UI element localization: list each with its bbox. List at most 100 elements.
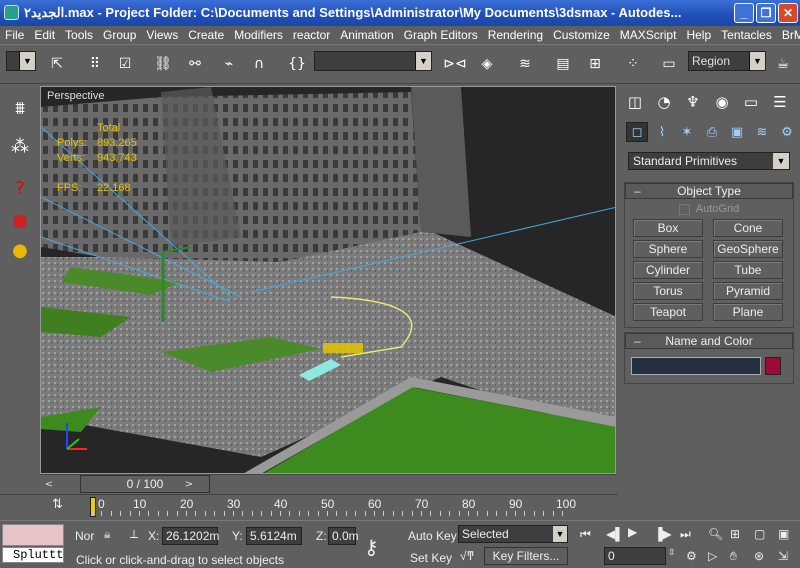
menu-graph-editors[interactable]: Graph Editors [399,28,483,42]
minimize-button[interactable]: _ [734,3,754,23]
magnet-icon[interactable]: ∩ [246,51,272,77]
primitive-cylinder-button[interactable]: Cylinder [633,261,703,279]
shapes-icon[interactable]: ⌇ [651,122,673,142]
primitive-sphere-button[interactable]: Sphere [633,240,703,258]
track-bar[interactable]: ⇅ 0 10 20 30 40 50 60 70 80 90 100 [0,494,618,520]
align-icon[interactable]: ◈ [474,51,500,77]
x-field[interactable]: 26.1202m [162,527,219,545]
primitive-teapot-button[interactable]: Teapot [633,303,703,321]
unlink-icon[interactable]: ⚯ [182,51,208,77]
helpers-icon[interactable]: ▣ [726,122,748,142]
prev-key-icon[interactable]: ◀▌ [606,527,624,541]
quick-render-icon[interactable]: ☕ [770,51,796,77]
curve-editor-icon[interactable]: ▤ [550,51,576,77]
menu-views[interactable]: Views [141,28,183,42]
curly-braces-icon[interactable]: {} [284,51,310,77]
lock-icon[interactable]: 🔒︎ [104,527,110,542]
schematic-view-icon[interactable]: ⊞ [582,51,608,77]
maximize-button[interactable]: ❐ [756,3,776,23]
pan-icon[interactable]: ✋︎ [730,549,737,564]
autogrid-checkbox[interactable]: AutoGrid [625,203,793,215]
primitive-box-button[interactable]: Box [633,219,703,237]
key-mode-icon[interactable]: ⇅ [52,497,70,517]
menu-create[interactable]: Create [183,28,229,42]
object-name-field[interactable] [631,357,761,375]
menu-group[interactable]: Group [98,28,141,42]
menu-tools[interactable]: Tools [60,28,98,42]
menu-reactor[interactable]: reactor [288,28,335,42]
selection-filter-dropdown[interactable]: ▼ [6,51,36,71]
bind-space-warp-icon[interactable]: ⌁ [216,51,242,77]
material-editor-icon[interactable]: ⁘ [620,51,646,77]
auto-key-button[interactable]: Auto Key [408,529,457,543]
listener-mini[interactable] [2,524,64,546]
teapot-red-icon[interactable]: ● [8,208,32,232]
set-key-button[interactable]: Set Key [410,551,452,565]
close-button[interactable]: ✕ [778,3,798,23]
primitive-geosphere-button[interactable]: GeoSphere [713,240,783,258]
motion-tab-icon[interactable]: ◉ [709,90,735,114]
menu-rendering[interactable]: Rendering [483,28,548,42]
create-tab-icon[interactable]: ◫ [622,90,648,114]
display-tab-icon[interactable]: ▭ [738,90,764,114]
primitive-tube-button[interactable]: Tube [713,261,783,279]
menu-edit[interactable]: Edit [29,28,60,42]
z-field[interactable]: 0.0m [328,527,359,545]
utilities-tab-icon[interactable]: ☰ [767,90,793,114]
hierarchy-tab-icon[interactable]: ♆ [680,90,706,114]
lights-icon[interactable]: ✶ [676,122,698,142]
primitive-category-dropdown[interactable]: Standard Primitives ▼ [628,152,790,170]
layers-icon[interactable]: ≋ [512,51,538,77]
key-icon[interactable]: ⚷ [364,535,379,560]
menu-animation[interactable]: Animation [335,28,398,42]
select-object-icon[interactable]: ⇱ [44,51,70,77]
perspective-viewport[interactable]: Perspective Total Polys: 893,265 Verts: 94… [40,86,616,474]
next-frame-arrow-icon[interactable]: > [180,475,198,493]
menu-help[interactable]: Help [681,28,716,42]
maximize-viewport-icon[interactable]: ⇲ [778,549,788,563]
teapot-yellow-icon[interactable]: ● [8,238,32,262]
grid-icon[interactable]: ⩩ [8,96,32,120]
object-type-header[interactable]: – Object Type [625,183,793,199]
goto-start-icon[interactable]: ⏮ [580,527,591,542]
menu-maxscript[interactable]: MAXScript [615,28,682,42]
prev-frame-arrow-icon[interactable]: < [40,475,58,493]
field-of-view-icon[interactable]: ▷ [708,549,717,563]
primitive-pyramid-button[interactable]: Pyramid [713,282,783,300]
menu-customize[interactable]: Customize [548,28,615,42]
viewport-label[interactable]: Perspective [47,90,104,102]
orbit-icon[interactable]: ⊛ [754,549,764,563]
geometry-icon[interactable]: ◻ [626,122,648,142]
zoom-extents-all-icon[interactable]: ▣ [778,527,789,541]
particle-icon[interactable]: ⁂ [8,134,32,158]
current-frame-field[interactable]: 0 [604,547,666,565]
link-icon[interactable]: ⛓ [150,51,176,77]
primitive-torus-button[interactable]: Torus [633,282,703,300]
next-key-icon[interactable]: ▐▶ [654,527,672,541]
menu-tentacles[interactable]: Tentacles [716,28,777,42]
key-mode-dropdown[interactable]: Selected ▼ [458,525,568,543]
key-filters-button[interactable]: Key Filters... [484,547,568,565]
y-field[interactable]: 5.6124m [246,527,302,545]
time-config-icon[interactable]: ⚙ [686,549,697,563]
select-by-name-icon[interactable]: ⠿ [82,51,108,77]
name-color-header[interactable]: – Name and Color [625,333,793,349]
app-icon[interactable] [4,5,19,20]
key-tangent-icon[interactable]: √ͳ [460,549,474,563]
menu-file[interactable]: File [0,28,29,42]
object-color-swatch[interactable] [765,357,781,375]
menu-modifiers[interactable]: Modifiers [229,28,288,42]
goto-end-icon[interactable]: ⏭ [680,527,691,542]
select-region-icon[interactable]: ☑ [112,51,138,77]
play-icon[interactable]: ▶ [628,525,637,539]
cameras-icon[interactable]: ⎙ [701,122,723,142]
render-setup-icon[interactable]: ▭ [656,51,682,77]
render-region-dropdown[interactable]: Region ▼ [688,51,766,71]
script-listener[interactable]: Spluttt [2,547,64,563]
help-icon[interactable]: ? [8,176,32,200]
zoom-icon[interactable]: 🔍︎ [708,527,723,541]
named-selection-dropdown[interactable]: ▼ [314,51,432,71]
space-warps-icon[interactable]: ≋ [751,122,773,142]
modify-tab-icon[interactable]: ◔ [651,90,677,114]
primitive-plane-button[interactable]: Plane [713,303,783,321]
